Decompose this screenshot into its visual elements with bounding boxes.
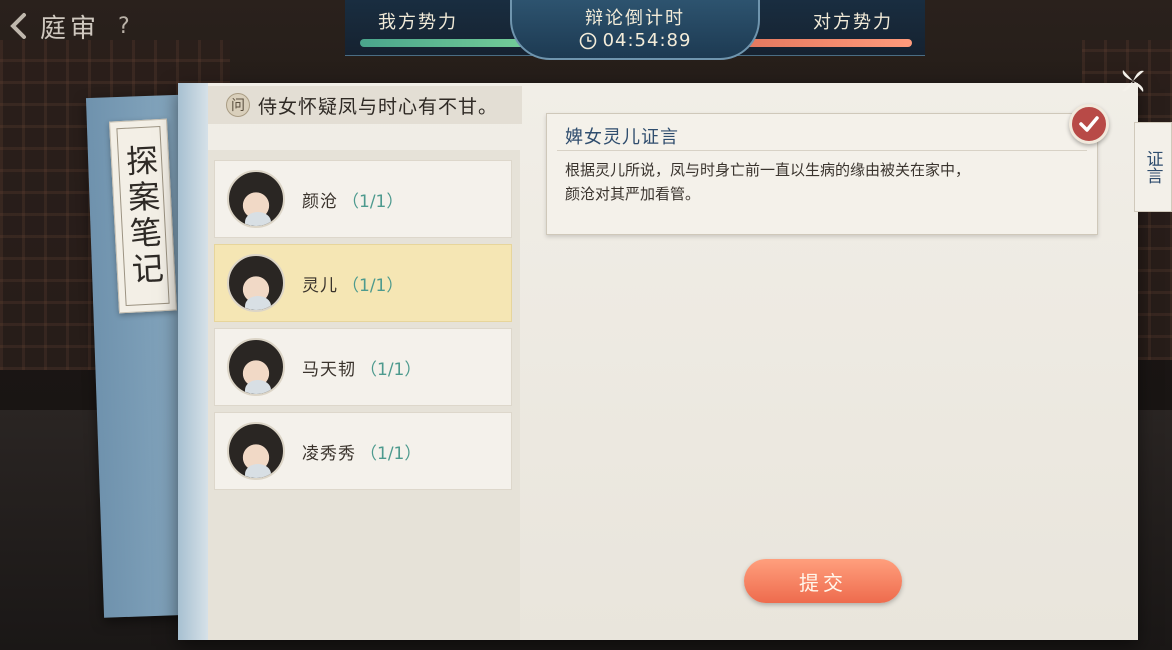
countdown-time: 04:54:89 <box>602 30 692 51</box>
top-left-header: 庭审 ? <box>0 0 200 52</box>
countdown-timer: 04:54:89 <box>512 30 758 51</box>
check-icon <box>1079 116 1099 132</box>
tab-testimony[interactable]: 证言 <box>1134 122 1172 212</box>
their-side-label: 对方势力 <box>813 12 893 33</box>
evidence-card[interactable]: 婢女灵儿证言 根据灵儿所说，凤与时身亡前一直以生病的缘由被关在家中， 颜沧对其严… <box>546 113 1098 235</box>
page-title: 庭审 <box>40 13 101 44</box>
submit-button[interactable]: 提交 <box>744 559 902 603</box>
avatar <box>227 170 285 228</box>
select-check-button[interactable] <box>1069 104 1109 144</box>
character-item-yancang[interactable]: 颜沧 （1/1） <box>214 160 512 238</box>
back-button[interactable] <box>6 11 32 41</box>
evidence-title: 婢女灵儿证言 <box>565 127 679 148</box>
divider <box>557 150 1087 151</box>
evidence-body: 根据灵儿所说，凤与时身亡前一直以生病的缘由被关在家中， 颜沧对其严加看管。 <box>565 158 1085 206</box>
evidence-body-line: 根据灵儿所说，凤与时身亡前一直以生病的缘由被关在家中， <box>565 161 971 179</box>
help-button[interactable]: ? <box>118 14 130 39</box>
our-side-label: 我方势力 <box>378 12 458 33</box>
avatar <box>227 254 285 312</box>
clock-icon <box>579 32 596 49</box>
character-item-linger[interactable]: 灵儿 （1/1） <box>214 244 512 322</box>
character-count: （1/1） <box>342 275 404 296</box>
character-name: 灵儿 <box>302 275 338 296</box>
debate-banner: 我方势力 对方势力 辩论倒计时 04:54:89 <box>345 0 925 60</box>
countdown-label: 辩论倒计时 <box>585 8 685 29</box>
tab-testimony-label: 证言 <box>1142 150 1163 184</box>
notebook-title-label: 探案笔记 <box>109 118 177 314</box>
character-name: 颜沧 <box>302 191 338 212</box>
character-count: （1/1） <box>342 191 404 212</box>
evidence-body-line: 颜沧对其严加看管。 <box>565 185 701 203</box>
character-name: 凌秀秀 <box>302 443 356 464</box>
notebook-title: 探案笔记 <box>120 143 166 289</box>
question-bar: 问 侍女怀疑凤与时心有不甘。 <box>208 86 522 124</box>
notebook-binding <box>178 83 208 640</box>
close-pinwheel-icon <box>1122 70 1144 92</box>
countdown-plate: 辩论倒计时 04:54:89 <box>510 0 760 60</box>
close-button[interactable] <box>1118 66 1148 96</box>
character-item-lingxiuxiu[interactable]: 凌秀秀 （1/1） <box>214 412 512 490</box>
character-item-matianren[interactable]: 马天韧 （1/1） <box>214 328 512 406</box>
character-name: 马天韧 <box>302 359 356 380</box>
character-count: （1/1） <box>360 443 422 464</box>
character-count: （1/1） <box>360 359 422 380</box>
avatar <box>227 338 285 396</box>
back-arrow-icon <box>10 13 26 39</box>
avatar <box>227 422 285 480</box>
question-text: 侍女怀疑凤与时心有不甘。 <box>258 95 499 118</box>
question-badge: 问 <box>226 93 250 117</box>
